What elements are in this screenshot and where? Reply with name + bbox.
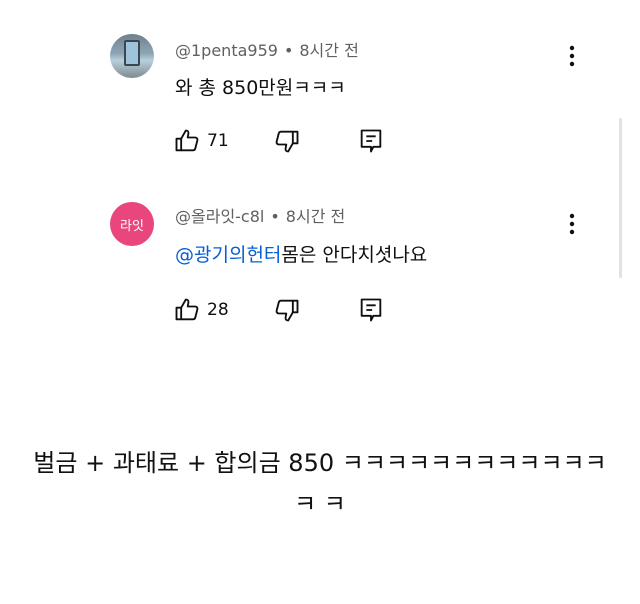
reply-icon[interactable] bbox=[357, 296, 385, 324]
meta-separator: • bbox=[270, 207, 280, 226]
comment-1: @1penta959 • 8시간 전 와 총 850만원ㅋㅋㅋ 71 bbox=[0, 0, 640, 175]
like-count: 28 bbox=[207, 300, 229, 320]
comment-meta: @올라잇-c8l • 8시간 전 bbox=[175, 203, 345, 227]
mention-link[interactable]: @광기의헌터 bbox=[175, 244, 281, 266]
comment-actions: 71 bbox=[173, 126, 385, 156]
comment-time[interactable]: 8시간 전 bbox=[286, 207, 345, 226]
avatar[interactable] bbox=[110, 34, 154, 78]
thumbs-down-icon[interactable] bbox=[273, 127, 301, 155]
more-vertical-icon[interactable] bbox=[562, 210, 582, 238]
thumbs-up-icon[interactable] bbox=[173, 127, 201, 155]
author-name[interactable]: @올라잇-c8l bbox=[175, 207, 264, 226]
comment-text: @광기의헌터몸은 안다치셧나요 bbox=[175, 240, 427, 267]
scrollbar[interactable] bbox=[619, 118, 622, 278]
more-vertical-icon[interactable] bbox=[562, 42, 582, 70]
comment-2: 라잇 @올라잇-c8l • 8시간 전 @광기의헌터몸은 안다치셧나요 28 bbox=[0, 195, 640, 345]
thumbs-up-icon[interactable] bbox=[173, 296, 201, 324]
window-photo-icon bbox=[124, 40, 140, 66]
meta-separator: • bbox=[283, 41, 294, 60]
author-name[interactable]: @1penta959 bbox=[175, 41, 278, 60]
comment-actions: 28 bbox=[173, 295, 385, 325]
comment-body: 몸은 안다치셧나요 bbox=[281, 244, 428, 266]
comment-time[interactable]: 8시간 전 bbox=[299, 41, 358, 60]
avatar-text: 라잇 bbox=[120, 218, 144, 234]
like-count: 71 bbox=[207, 131, 229, 151]
avatar[interactable]: 라잇 bbox=[110, 202, 154, 246]
caption-text: 벌금 + 과태료 + 합의금 850 ㅋㅋㅋㅋㅋㅋㅋㅋㅋㅋㅋㅋㅋ ㅋ bbox=[33, 449, 607, 518]
comment-text: 와 총 850만원ㅋㅋㅋ bbox=[175, 77, 346, 99]
thumbs-down-icon[interactable] bbox=[273, 296, 301, 324]
reply-icon[interactable] bbox=[357, 127, 385, 155]
comment-meta: @1penta959 • 8시간 전 bbox=[175, 37, 359, 61]
